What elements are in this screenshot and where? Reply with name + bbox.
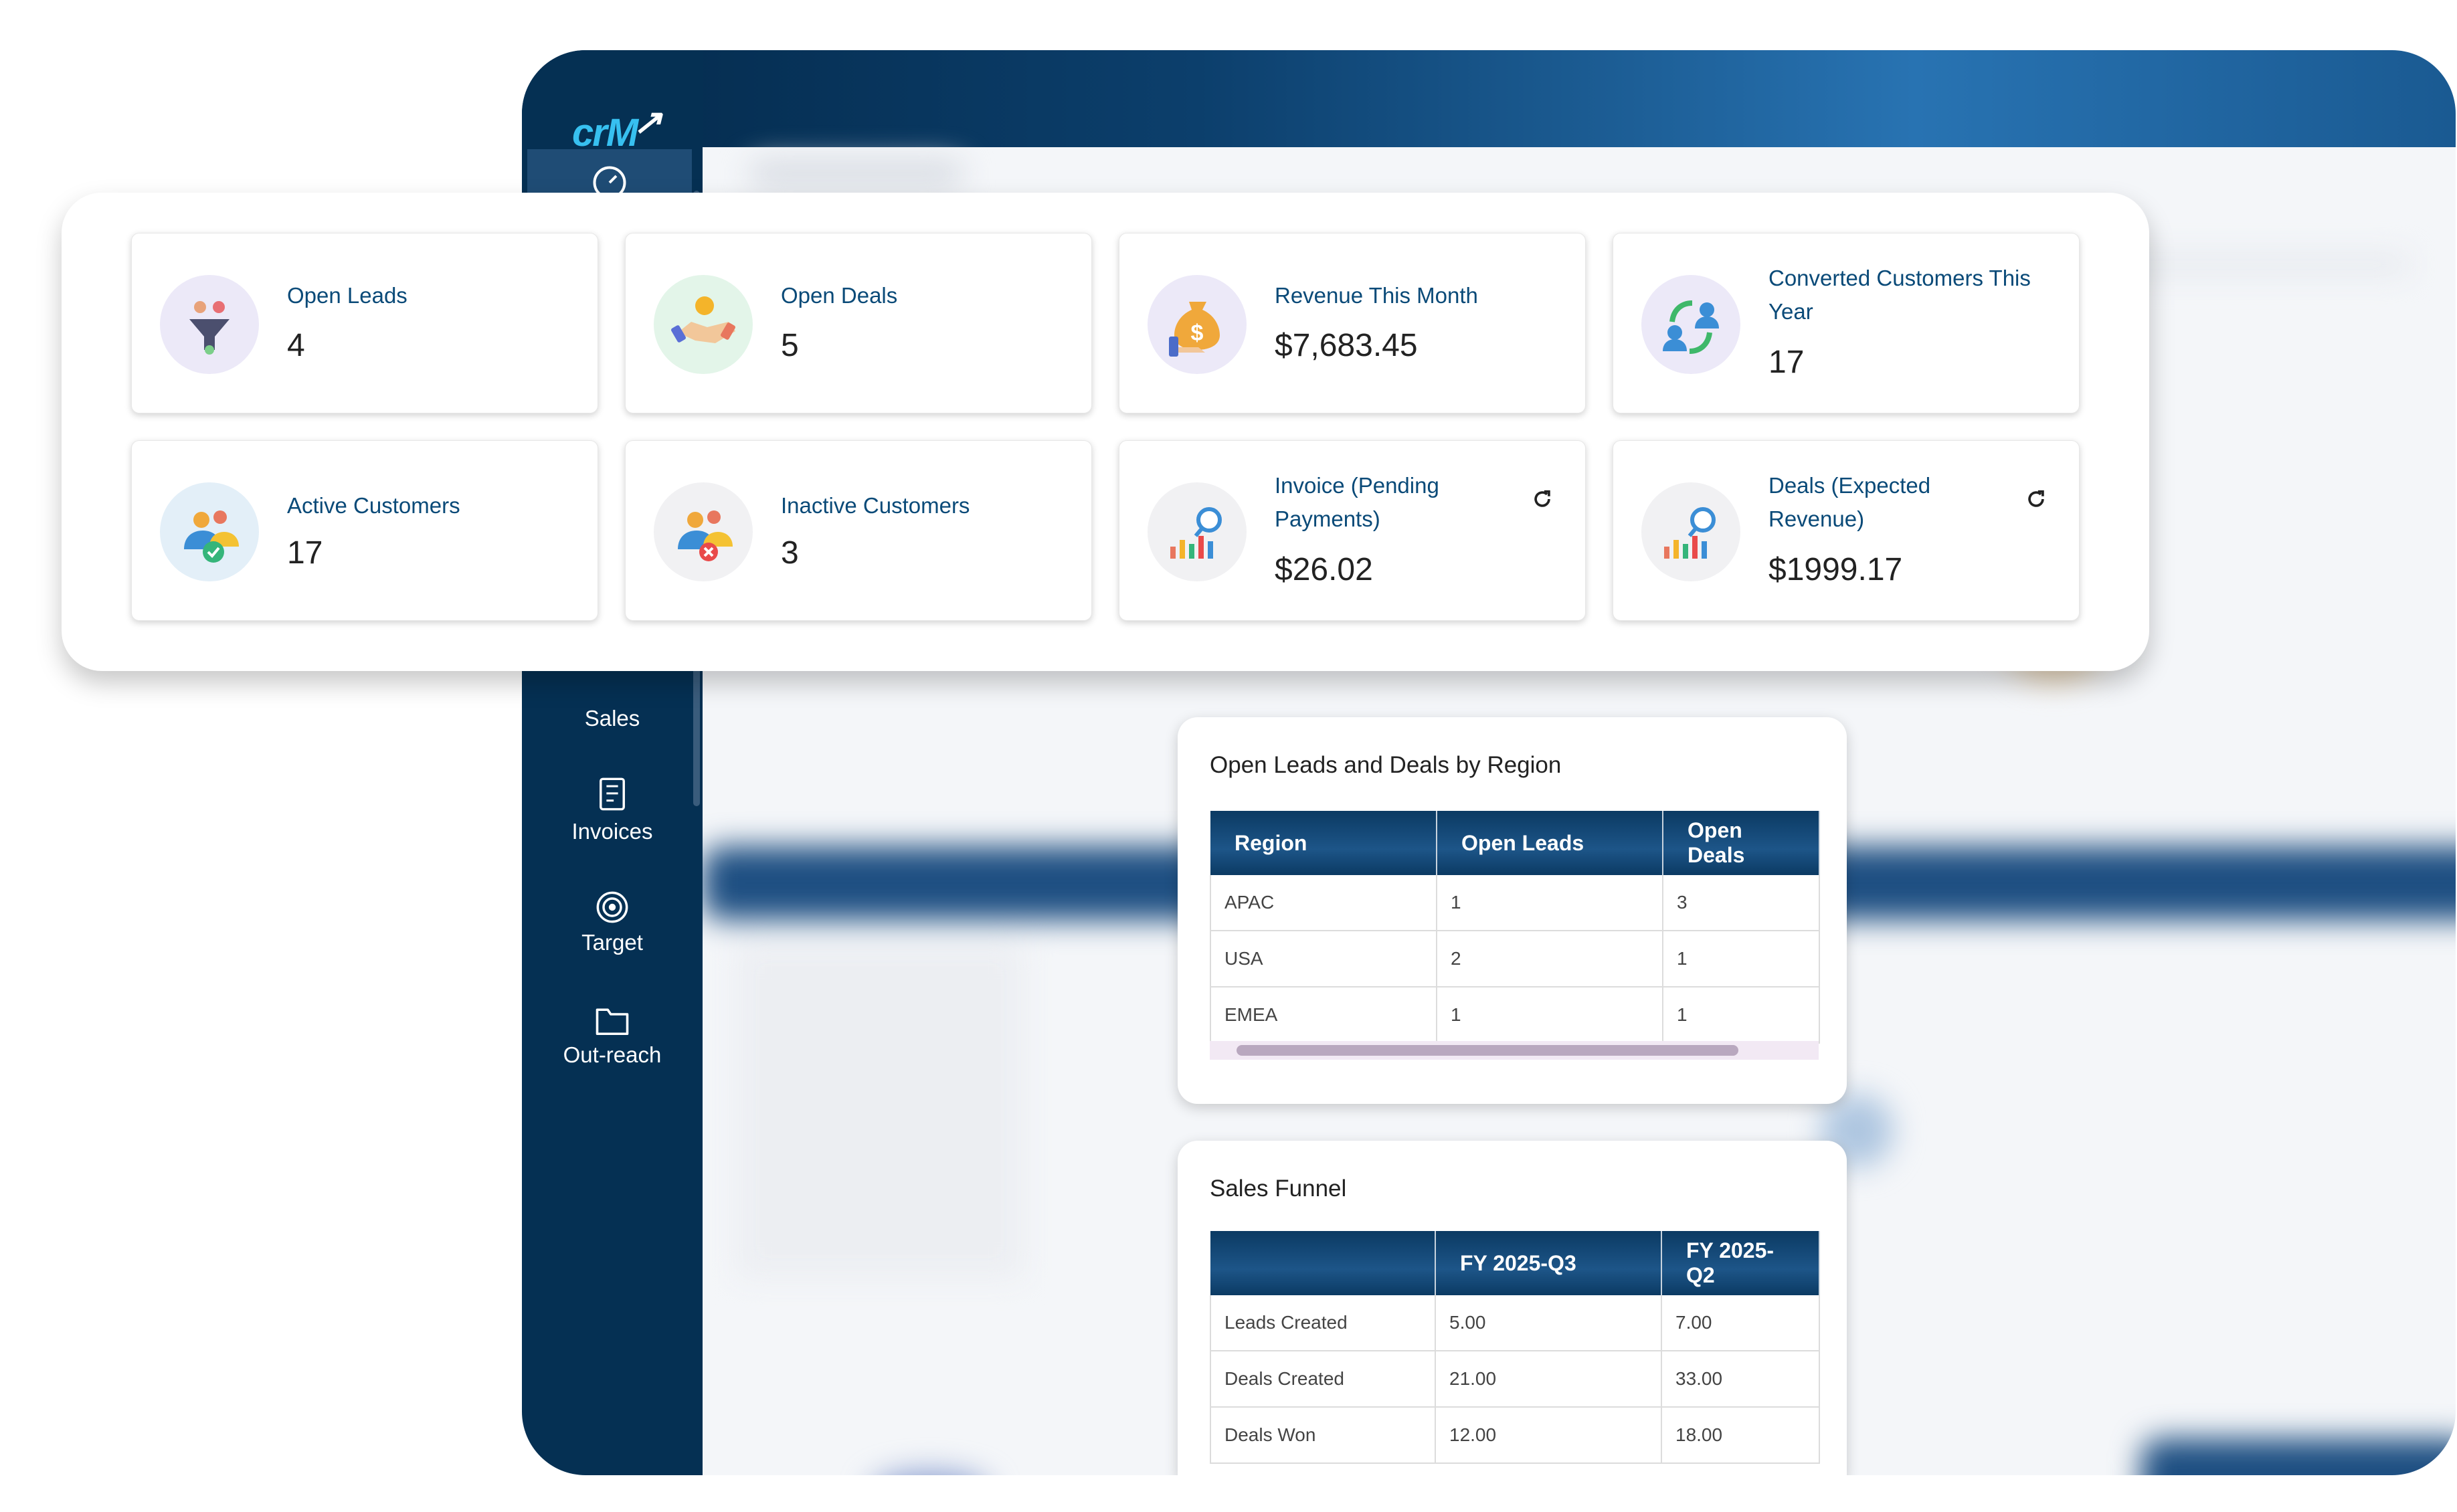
- kpi-value: $1999.17: [1768, 552, 1903, 587]
- target-icon: [596, 891, 628, 923]
- sidebar-item-label: Target: [581, 930, 643, 955]
- kpi-card-deals-expected-revenue[interactable]: Deals (Expected Revenue) $1999.17: [1613, 440, 2080, 621]
- sidebar-item-outreach[interactable]: Out-reach: [522, 1004, 703, 1068]
- table-cell: Deals Won: [1210, 1407, 1436, 1464]
- chart-magnifier-icon: [1148, 482, 1247, 581]
- table-row: Deals Won 12.00 18.00: [1210, 1407, 1820, 1464]
- table-cell: 1: [1663, 987, 1820, 1044]
- kpi-card-open-leads[interactable]: Open Leads 4: [131, 233, 598, 413]
- table-cell: APAC: [1210, 875, 1437, 931]
- kpi-card-invoice-pending[interactable]: Invoice (Pending Payments) $26.02: [1119, 440, 1586, 621]
- kpi-label: Active Customers: [287, 493, 460, 518]
- table-row: USA 2 1: [1210, 931, 1820, 987]
- kpi-card-revenue-this-month[interactable]: $ Revenue This Month $7,683.45: [1119, 233, 1586, 413]
- table-cell: Deals Created: [1210, 1351, 1436, 1408]
- top-bar: [522, 50, 2456, 147]
- table-cell: Leads Created: [1210, 1295, 1436, 1351]
- kpi-value: 3: [781, 535, 799, 571]
- table-row: EMEA 1 1: [1210, 987, 1820, 1044]
- table-header-row: Region Open Leads Open Deals: [1210, 811, 1820, 875]
- bottom-margin: [0, 1475, 2457, 1512]
- kpi-value: 4: [287, 328, 305, 363]
- sidebar-item-invoices[interactable]: Invoices: [522, 776, 703, 844]
- column-header[interactable]: FY 2025-Q3: [1435, 1231, 1662, 1295]
- horizontal-scrollbar[interactable]: [1210, 1041, 1819, 1060]
- column-header[interactable]: [1210, 1231, 1436, 1295]
- kpi-label: Deals (Expected Revenue): [1768, 473, 1931, 531]
- table-header-row: FY 2025-Q3 FY 2025-Q2: [1210, 1231, 1820, 1295]
- table-cell: USA: [1210, 931, 1437, 987]
- kpi-card-open-deals[interactable]: Open Deals 5: [625, 233, 1092, 413]
- kpi-card-converted-customers[interactable]: Converted Customers This Year 17: [1613, 233, 2080, 413]
- sales-funnel-title: Sales Funnel: [1210, 1175, 1347, 1202]
- handshake-coin-icon: [654, 275, 753, 374]
- sidebar-item-target[interactable]: Target: [522, 890, 703, 955]
- table-cell: 1: [1663, 931, 1820, 987]
- kpi-value: $26.02: [1275, 552, 1373, 587]
- kpi-label: Invoice (Pending Payments): [1275, 473, 1439, 531]
- table-cell: 1: [1437, 987, 1663, 1044]
- money-bag-icon: $: [1148, 275, 1247, 374]
- invoice-icon: [600, 777, 625, 811]
- kpi-label: Converted Customers This Year: [1768, 266, 2031, 324]
- table-cell: 33.00: [1661, 1351, 1820, 1408]
- table-cell: EMEA: [1210, 987, 1437, 1044]
- sidebar-item-label: Invoices: [571, 819, 653, 844]
- table-cell: 1: [1437, 875, 1663, 931]
- sidebar-item-label: Out-reach: [563, 1042, 662, 1067]
- kpi-label: Open Leads: [287, 283, 407, 308]
- table-cell: 7.00: [1661, 1295, 1820, 1351]
- svg-text:$: $: [1191, 320, 1204, 346]
- folder-icon: [596, 1008, 629, 1036]
- convert-users-icon: [1641, 275, 1740, 374]
- active-users-icon: [160, 482, 259, 581]
- table-cell: 3: [1663, 875, 1820, 931]
- inactive-users-icon: [654, 482, 753, 581]
- region-table-card: Open Leads and Deals by Region Region Op…: [1178, 717, 1847, 1104]
- kpi-card-active-customers[interactable]: Active Customers 17: [131, 440, 598, 621]
- kpi-value: 17: [287, 535, 323, 571]
- table-cell: 12.00: [1435, 1407, 1662, 1464]
- sales-funnel-table: FY 2025-Q3 FY 2025-Q2 Leads Created 5.00…: [1210, 1231, 1820, 1464]
- kpi-value: 5: [781, 328, 799, 363]
- kpi-panel: Open Leads 4 Open Deals 5 $ Revenue This…: [62, 193, 2149, 671]
- refresh-icon[interactable]: [1531, 488, 1554, 510]
- kpi-label: Inactive Customers: [781, 493, 970, 518]
- table-cell: 18.00: [1661, 1407, 1820, 1464]
- kpi-value: $7,683.45: [1275, 328, 1418, 363]
- sales-funnel-card: Sales Funnel FY 2025-Q3 FY 2025-Q2 Leads…: [1178, 1141, 1847, 1479]
- kpi-value: 17: [1768, 345, 1805, 380]
- table-cell: 21.00: [1435, 1351, 1662, 1408]
- kpi-label: Open Deals: [781, 283, 898, 308]
- chart-magnifier-icon: [1641, 482, 1740, 581]
- table-row: Deals Created 21.00 33.00: [1210, 1351, 1820, 1408]
- table-cell: 5.00: [1435, 1295, 1662, 1351]
- scrollbar-thumb[interactable]: [1237, 1045, 1738, 1056]
- column-header[interactable]: Region: [1210, 811, 1437, 875]
- region-table-title: Open Leads and Deals by Region: [1210, 752, 1562, 778]
- column-header[interactable]: Open Leads: [1437, 811, 1663, 875]
- funnel-people-icon: [160, 275, 259, 374]
- column-header[interactable]: FY 2025-Q2: [1661, 1231, 1820, 1295]
- table-row: APAC 1 3: [1210, 875, 1820, 931]
- table-row: Leads Created 5.00 7.00: [1210, 1295, 1820, 1351]
- region-table: Region Open Leads Open Deals APAC 1 3 US…: [1210, 811, 1820, 1044]
- table-cell: 2: [1437, 931, 1663, 987]
- column-header[interactable]: Open Deals: [1663, 811, 1820, 875]
- sidebar-item-sales[interactable]: Sales: [522, 706, 703, 731]
- kpi-label: Revenue This Month: [1275, 283, 1478, 308]
- sidebar-item-label: Sales: [584, 706, 640, 731]
- refresh-icon[interactable]: [2025, 488, 2047, 510]
- kpi-card-inactive-customers[interactable]: Inactive Customers 3: [625, 440, 1092, 621]
